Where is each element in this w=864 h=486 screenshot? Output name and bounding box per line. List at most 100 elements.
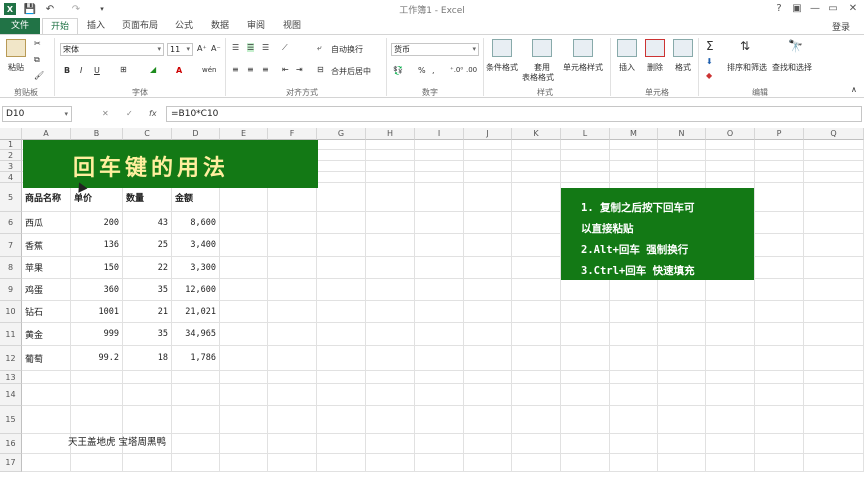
grid-cell[interactable] — [512, 183, 561, 212]
grid-cell[interactable] — [317, 301, 366, 323]
grid-cell[interactable] — [317, 183, 366, 212]
grid-cell[interactable] — [512, 406, 561, 434]
cell-styles-icon[interactable] — [573, 39, 593, 57]
align-center-icon[interactable]: ≡ — [247, 65, 254, 74]
table-cell[interactable]: 136 — [71, 234, 123, 257]
grid-cell[interactable] — [268, 323, 317, 346]
grid-cell[interactable] — [268, 384, 317, 406]
table-cell[interactable]: 21,021 — [172, 301, 220, 323]
row-header[interactable]: 8 — [0, 257, 22, 279]
grid-cell[interactable] — [464, 323, 512, 346]
grid-cell[interactable] — [755, 323, 804, 346]
grid-cell[interactable] — [464, 234, 512, 257]
grid-cell[interactable] — [220, 279, 268, 301]
restore-button[interactable]: ▭ — [826, 2, 840, 16]
merge-center-button[interactable]: 合并后居中 — [331, 66, 371, 77]
column-header[interactable]: P — [755, 128, 804, 140]
tab-data[interactable]: 数据 — [204, 18, 236, 35]
grid-cell[interactable] — [706, 371, 755, 384]
grid-cell[interactable] — [804, 161, 864, 172]
grid-cell[interactable] — [415, 384, 464, 406]
grid-cell[interactable] — [464, 371, 512, 384]
table-cell[interactable]: 8,600 — [172, 212, 220, 234]
align-left-icon[interactable]: ≡ — [232, 65, 239, 74]
ribbon-display-icon[interactable]: ▣ — [790, 2, 804, 16]
grid-cell[interactable] — [220, 257, 268, 279]
grid-cell[interactable] — [561, 279, 610, 301]
grid-cell[interactable] — [755, 384, 804, 406]
grid-cell[interactable] — [561, 454, 610, 472]
grid-cell[interactable] — [755, 371, 804, 384]
grid-cell[interactable] — [804, 140, 864, 150]
sign-in-link[interactable]: 登录 — [832, 20, 850, 33]
grid-cell[interactable] — [71, 406, 123, 434]
grid-cell[interactable] — [561, 301, 610, 323]
grid-cell[interactable] — [268, 406, 317, 434]
find-select-icon[interactable]: 🔭 — [788, 39, 803, 53]
grid-cell[interactable] — [706, 323, 755, 346]
grid-cell[interactable] — [561, 140, 610, 150]
grid-cell[interactable] — [658, 150, 706, 161]
grid-cell[interactable] — [706, 454, 755, 472]
grid-cell[interactable] — [366, 140, 415, 150]
paste-button[interactable]: 粘贴 — [8, 62, 24, 73]
close-button[interactable]: ✕ — [846, 2, 860, 16]
grid-cell[interactable] — [268, 257, 317, 279]
format-as-table-icon[interactable] — [532, 39, 552, 57]
column-header[interactable]: G — [317, 128, 366, 140]
grid-cell[interactable] — [464, 161, 512, 172]
table-cell[interactable]: 12,600 — [172, 279, 220, 301]
format-cells-button[interactable]: 格式 — [675, 62, 691, 73]
grid-cell[interactable] — [366, 172, 415, 183]
grid-cell[interactable] — [804, 212, 864, 234]
formula-enter-button[interactable]: ✓ — [126, 109, 133, 118]
column-header[interactable]: F — [268, 128, 317, 140]
cell-styles-button[interactable]: 单元格样式 — [563, 62, 603, 73]
grid-cell[interactable] — [512, 454, 561, 472]
column-header[interactable]: O — [706, 128, 755, 140]
grid-cell[interactable] — [317, 406, 366, 434]
grid-cell[interactable] — [464, 150, 512, 161]
format-as-table-line2[interactable]: 表格格式 — [522, 72, 554, 83]
table-cell[interactable]: 钻石 — [22, 301, 71, 323]
grid-cell[interactable] — [268, 454, 317, 472]
grid-cell[interactable] — [464, 434, 512, 454]
wrap-text-button[interactable]: 自动换行 — [331, 44, 363, 55]
grid-cell[interactable] — [123, 384, 172, 406]
column-header[interactable]: L — [561, 128, 610, 140]
grid-cell[interactable] — [415, 323, 464, 346]
row-header[interactable]: 4 — [0, 172, 22, 183]
title-banner[interactable]: 回车键的用法 — [23, 140, 318, 188]
grid-cell[interactable] — [610, 384, 658, 406]
grid-cell[interactable] — [415, 406, 464, 434]
grid-cell[interactable] — [317, 234, 366, 257]
grid-cell[interactable] — [172, 384, 220, 406]
table-cell[interactable]: 香蕉 — [22, 234, 71, 257]
grid-cell[interactable] — [658, 371, 706, 384]
indent-increase-icon[interactable]: ⇥ — [296, 65, 303, 74]
column-header[interactable]: E — [220, 128, 268, 140]
column-header[interactable]: I — [415, 128, 464, 140]
grid-cell[interactable] — [366, 406, 415, 434]
grid-cell[interactable] — [804, 454, 864, 472]
conditional-formatting-button[interactable]: 条件格式 — [486, 62, 518, 73]
grid-cell[interactable] — [512, 257, 561, 279]
table-cell[interactable]: 34,965 — [172, 323, 220, 346]
table-cell[interactable]: 3,300 — [172, 257, 220, 279]
table-cell[interactable]: 99.2 — [71, 346, 123, 371]
grid-cell[interactable] — [658, 454, 706, 472]
grid-cell[interactable] — [366, 234, 415, 257]
grid-cell[interactable] — [610, 323, 658, 346]
table-cell[interactable]: 鸡蛋 — [22, 279, 71, 301]
format-painter-icon[interactable]: 🖌 — [34, 71, 44, 80]
row-header[interactable]: 7 — [0, 234, 22, 257]
delete-cells-button[interactable]: 删除 — [647, 62, 663, 73]
grid-cell[interactable] — [804, 323, 864, 346]
grid-cell[interactable] — [755, 161, 804, 172]
grid-cell[interactable] — [610, 346, 658, 371]
grid-cell[interactable] — [706, 434, 755, 454]
grid-cell[interactable] — [706, 150, 755, 161]
row-header[interactable]: 9 — [0, 279, 22, 301]
insert-function-button[interactable]: fx — [149, 109, 157, 118]
table-cell[interactable]: 999 — [71, 323, 123, 346]
